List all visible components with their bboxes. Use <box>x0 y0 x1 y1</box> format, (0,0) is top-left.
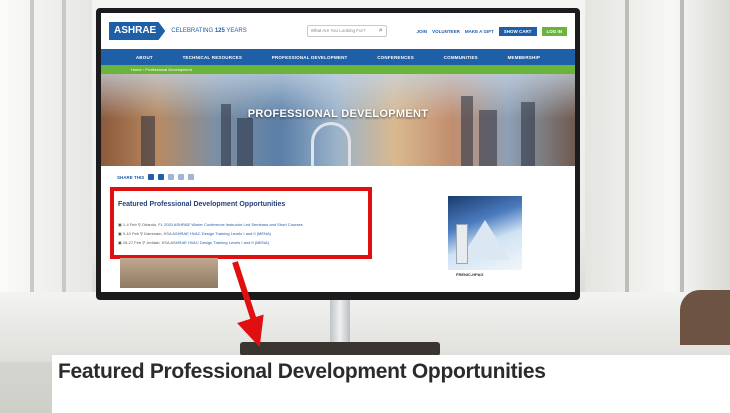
promo-photo <box>120 258 218 288</box>
search-icon[interactable]: ⌕ <box>379 26 383 36</box>
site-header: ASHRAE CELEBRATING 125 YEARS What Are Yo… <box>101 13 575 49</box>
event-location: Dammam, KSA <box>144 231 172 236</box>
share-label: SHARE THIS <box>117 174 145 180</box>
window-mullion <box>62 0 66 300</box>
show-cart-button[interactable]: SHOW CART <box>498 26 537 36</box>
print-icon[interactable] <box>178 174 185 180</box>
linkedin-icon[interactable] <box>158 174 165 180</box>
breadcrumb-current: Professional Development <box>145 67 192 72</box>
event-row[interactable]: ▣ 1-4 Feb ⚲ Orlando, FL 2020 ASHRAE Wint… <box>118 222 303 227</box>
top-links: JOIN VOLUNTEER MAKE A GIFT SHOW CART LOG… <box>417 26 567 36</box>
nav-item-communities[interactable]: COMMUNITIES <box>444 55 478 60</box>
monitor-base <box>240 342 440 356</box>
event-date: 9-10 Feb <box>122 231 139 236</box>
ashrae-logo[interactable]: ASHRAE <box>109 22 166 40</box>
event-location: Orlando, FL <box>141 222 163 227</box>
event-link[interactable]: ASHRAE HVAC Design Training Levels I and… <box>170 240 269 245</box>
chair <box>680 290 730 345</box>
banner-building <box>461 96 473 166</box>
ad-device <box>456 224 468 264</box>
banner-title: PROFESSIONAL DEVELOPMENT <box>247 108 429 120</box>
tagline-number: 125 <box>214 28 225 34</box>
ad-caption: FRENIC-HPAG <box>456 272 484 277</box>
monitor-stand <box>330 297 350 345</box>
login-button[interactable]: LOG IN <box>541 26 567 36</box>
nav-item-technical-resources[interactable]: TECHNICAL RESOURCES <box>183 55 242 60</box>
facebook-icon[interactable] <box>148 174 155 180</box>
nav-item-conferences[interactable]: CONFERENCES <box>377 55 414 60</box>
hero-banner: PROFESSIONAL DEVELOPMENT <box>101 74 575 166</box>
window-mullion <box>680 0 684 300</box>
event-link[interactable]: ASHRAE HVAC Design Training Levels I and… <box>172 231 271 236</box>
tagline-suffix: YEARS <box>226 28 247 34</box>
volunteer-link[interactable]: VOLUNTEER <box>432 29 460 34</box>
email-icon[interactable] <box>168 174 175 180</box>
join-link[interactable]: JOIN <box>417 29 428 34</box>
event-link[interactable]: 2020 ASHRAE Winter Conference Instructor… <box>164 222 303 227</box>
event-date: 26-27 Feb <box>122 240 142 245</box>
nav-item-professional-development[interactable]: PROFESSIONAL DEVELOPMENT <box>272 55 348 60</box>
zoomed-featured-title: Featured Professional Development Opport… <box>58 360 546 383</box>
window-mullion <box>625 0 629 300</box>
breadcrumb-home[interactable]: Home <box>131 67 142 72</box>
event-row[interactable]: ▣ 9-10 Feb ⚲ Dammam, KSA ASHRAE HVAC Des… <box>118 231 271 236</box>
nav-item-about[interactable]: ABOUT <box>136 55 153 60</box>
main-nav: ABOUT TECHNICAL RESOURCES PROFESSIONAL D… <box>101 49 575 65</box>
breadcrumb: Home › Professional Development <box>101 65 575 74</box>
office-window-right <box>585 0 730 300</box>
event-location: Jeddah, KSA <box>146 240 170 245</box>
make-a-gift-link[interactable]: MAKE A GIFT <box>465 29 494 34</box>
nav-item-membership[interactable]: MEMBERSHIP <box>508 55 541 60</box>
tagline-prefix: CELEBRATING <box>171 28 214 34</box>
anniversary-tagline: CELEBRATING 125 YEARS <box>171 28 247 34</box>
banner-building <box>237 118 253 166</box>
banner-arch <box>311 122 351 166</box>
ad-banner[interactable] <box>448 196 522 270</box>
search-placeholder: What Are You Looking For? <box>310 28 366 33</box>
share-bar: SHARE THIS <box>101 166 575 188</box>
window-mullion <box>30 0 34 300</box>
banner-building <box>141 116 155 166</box>
event-date: 1-4 Feb <box>122 222 137 227</box>
search-input[interactable]: What Are You Looking For? ⌕ <box>306 25 387 37</box>
featured-title: Featured Professional Development Opport… <box>118 201 286 208</box>
event-row[interactable]: ▣ 26-27 Feb ⚲ Jeddah, KSA ASHRAE HVAC De… <box>118 240 269 245</box>
share-icon[interactable] <box>188 174 195 180</box>
office-window-left <box>0 0 92 300</box>
